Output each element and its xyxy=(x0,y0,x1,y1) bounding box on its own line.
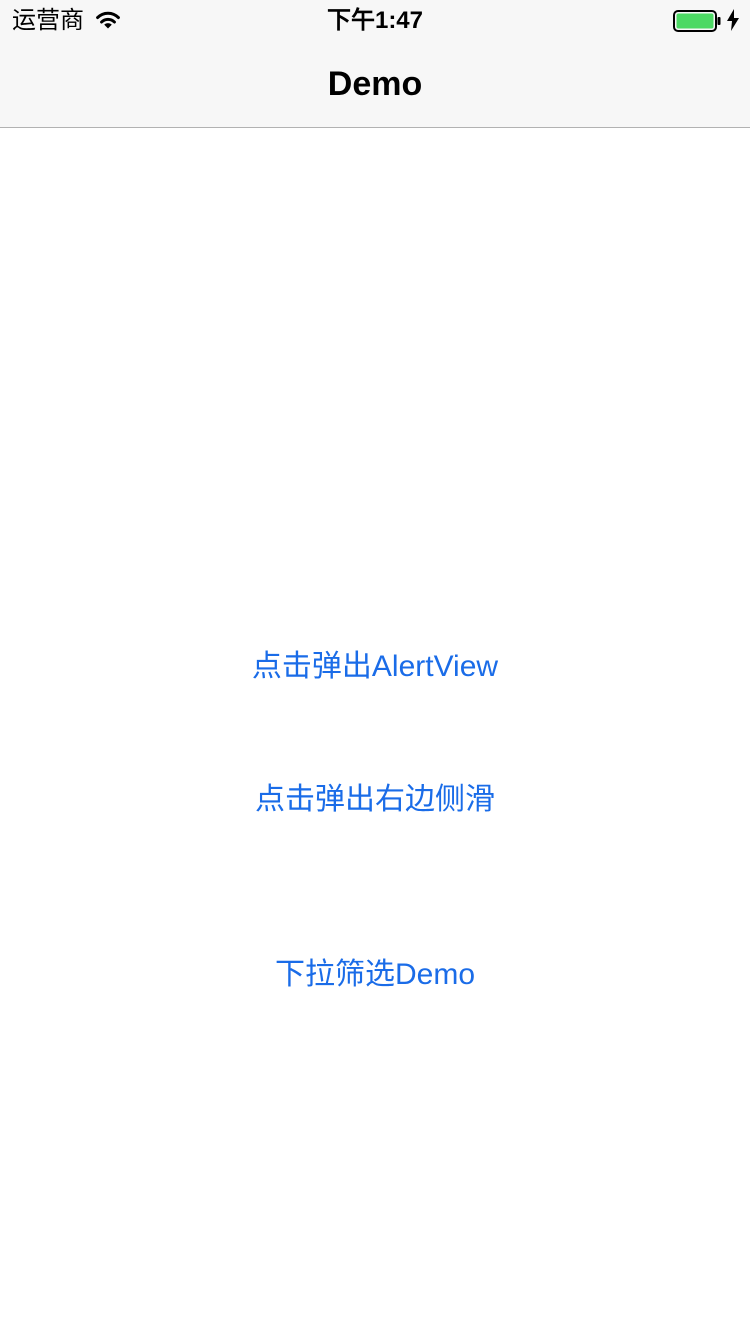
status-bar: 运营商 下午1:47 xyxy=(0,0,750,40)
nav-title: Demo xyxy=(327,65,423,103)
show-alert-view-button[interactable]: 点击弹出AlertView xyxy=(0,647,750,687)
status-time: 下午1:47 xyxy=(326,7,424,34)
charging-bolt-icon xyxy=(727,9,739,31)
dropdown-filter-demo-button[interactable]: 下拉筛选Demo xyxy=(0,955,750,995)
header: 运营商 下午1:47 Demo xyxy=(0,0,750,128)
show-right-side-slide-button[interactable]: 点击弹出右边侧滑 xyxy=(0,780,750,820)
main-content: 点击弹出AlertView 点击弹出右边侧滑 下拉筛选Demo xyxy=(0,129,750,1334)
battery-icon xyxy=(673,10,721,32)
